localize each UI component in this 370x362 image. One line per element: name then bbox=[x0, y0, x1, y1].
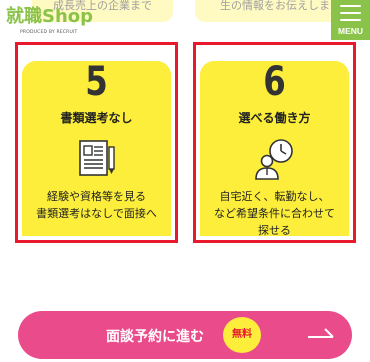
menu-label: MENU bbox=[337, 26, 364, 36]
free-badge: 無料 bbox=[223, 317, 261, 353]
document-with-pen-icon bbox=[78, 140, 115, 176]
feature-card-frame-5: 5 書類選考なし 経験や資格等を見る 書類選考はなしで面接へ bbox=[15, 42, 178, 243]
feature-card-6: 6 選べる働き方 自宅近く、転勤なし、 など希望条件に合わせて 探せる bbox=[200, 59, 349, 237]
hamburger-icon bbox=[340, 5, 361, 21]
menu-button[interactable]: MENU bbox=[331, 0, 370, 40]
long-right-arrow-icon bbox=[308, 328, 334, 338]
site-header: 成長売上の企業まで 生の情報をお伝えしま 就職Shop PRODUCED BY … bbox=[0, 0, 370, 40]
free-badge-text: 無料 bbox=[232, 329, 252, 340]
feature-number: 6 bbox=[263, 59, 286, 105]
feature-description: 自宅近く、転勤なし、 など希望条件に合わせて 探せる bbox=[214, 190, 335, 237]
site-logo[interactable]: 就職Shop PRODUCED BY RECRUIT bbox=[6, 6, 136, 36]
feature-card-5: 5 書類選考なし 経験や資格等を見る 書類選考はなしで面接へ bbox=[22, 59, 171, 236]
feature-description: 経験や資格等を見る 書類選考はなしで面接へ bbox=[36, 190, 157, 220]
interview-reservation-button[interactable]: 面談予約に進む 無料 bbox=[18, 311, 352, 359]
logo-text: 就職Shop bbox=[6, 6, 94, 27]
feature-title: 書類選考なし bbox=[60, 111, 133, 125]
feature-card-frame-6: 6 選べる働き方 自宅近く、転勤なし、 など希望条件に合わせて 探せる bbox=[193, 42, 356, 243]
logo-subtext: PRODUCED BY RECRUIT bbox=[20, 30, 78, 35]
feature-title: 選べる働き方 bbox=[238, 111, 311, 125]
feature-number: 5 bbox=[85, 59, 108, 105]
person-with-clock-icon bbox=[254, 139, 293, 180]
cta-label: 面談予約に進む bbox=[106, 329, 204, 345]
